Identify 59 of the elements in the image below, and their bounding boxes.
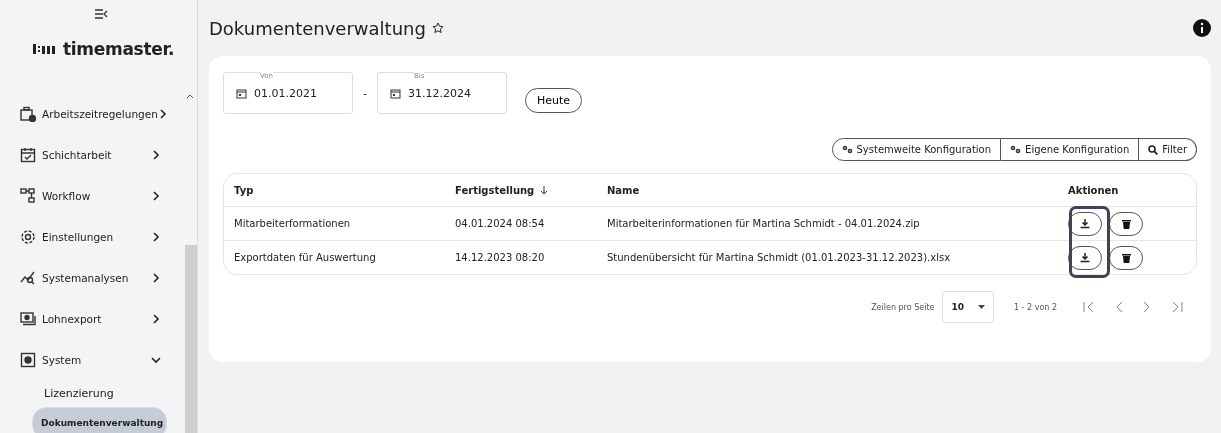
nav-item[interactable]: Lohnexport — [0, 298, 185, 339]
briefcase-icon — [20, 105, 36, 122]
toolbar-button[interactable]: Systemweite Konfiguration — [831, 138, 1002, 161]
first-page-icon[interactable] — [1083, 301, 1095, 313]
calendar-icon — [20, 146, 36, 163]
toolbar-button[interactable]: Eigene Konfiguration — [1001, 138, 1140, 161]
system-icon — [20, 351, 36, 368]
gear-icon — [20, 228, 36, 245]
table-cell-text: 14.12.2023 08:20 — [455, 252, 546, 263]
star-icon[interactable] — [431, 22, 444, 34]
search-icon — [1148, 144, 1159, 155]
table-cell-text: Mitarbeiterinformationen für Martina Schmidt - 04.01.2024.zip — [607, 218, 921, 229]
trash-icon — [1121, 218, 1131, 229]
nav-item[interactable]: Arbeitszeitregelungen — [0, 93, 185, 134]
menu-collapse-icon[interactable] — [94, 8, 108, 20]
last-page-icon[interactable] — [1171, 301, 1183, 313]
nav-item[interactable]: Systemanalysen — [0, 257, 185, 298]
rows-per-page-select[interactable]: 10 — [942, 291, 994, 323]
rows-per-page-label: Zeilen pro Seite — [871, 302, 935, 312]
table-cell-text: Mitarbeiterformationen — [233, 218, 352, 229]
dropdown-caret-icon — [977, 305, 985, 309]
scroll-up-icon[interactable] — [186, 93, 194, 99]
download-icon — [1080, 218, 1090, 229]
previous-page-icon[interactable] — [1115, 301, 1123, 313]
calendar-icon — [390, 87, 401, 99]
nav-subitem[interactable]: Lizenzierung — [32, 380, 179, 407]
table-cell-text: Stundenübersicht für Martina Schmidt (01.01.2023-31.12.2023).xlsx — [607, 252, 952, 263]
toolbar-button[interactable]: Filter — [1139, 138, 1197, 161]
page-range: 1 - 2 von 2 — [1013, 302, 1057, 312]
nav-subitem[interactable]: Dokumentenverwaltung — [32, 407, 167, 433]
download-icon — [1080, 252, 1090, 263]
delete-button[interactable] — [1109, 211, 1143, 236]
select-value: 10 — [951, 302, 964, 312]
page-title: Dokumentenverwaltung — [209, 17, 426, 39]
column-header: Aktionen — [1068, 184, 1120, 196]
nav-item[interactable]: Schichtarbeit — [0, 134, 185, 175]
scrollbar-thumb[interactable] — [185, 245, 197, 433]
trash-icon — [1121, 252, 1131, 263]
flow-icon — [20, 187, 36, 204]
range-separator: - — [363, 86, 367, 100]
sort-arrow-icon[interactable] — [540, 185, 549, 195]
gears-icon — [1010, 145, 1022, 154]
next-page-icon[interactable] — [1143, 301, 1151, 313]
logo-text: timemaster. — [63, 39, 175, 59]
table-cell-text: Exportdaten für Auswertung — [233, 252, 377, 263]
money-icon — [20, 310, 36, 327]
chart-icon — [20, 269, 36, 286]
nav-item[interactable]: System — [0, 339, 185, 380]
column-header[interactable]: Name — [607, 184, 1068, 196]
table-cell-text: 04.01.2024 08:54 — [455, 218, 546, 229]
calendar-icon — [236, 87, 247, 99]
delete-button[interactable] — [1109, 245, 1143, 270]
gears-icon — [841, 145, 853, 154]
nav-item[interactable]: Workflow — [0, 175, 185, 216]
nav-item[interactable]: Einstellungen — [0, 216, 185, 257]
info-icon[interactable] — [1193, 19, 1211, 37]
today-button[interactable]: Heute — [525, 87, 583, 113]
column-header[interactable]: Fertigstellung — [455, 184, 535, 196]
column-header[interactable]: Typ — [224, 184, 455, 196]
